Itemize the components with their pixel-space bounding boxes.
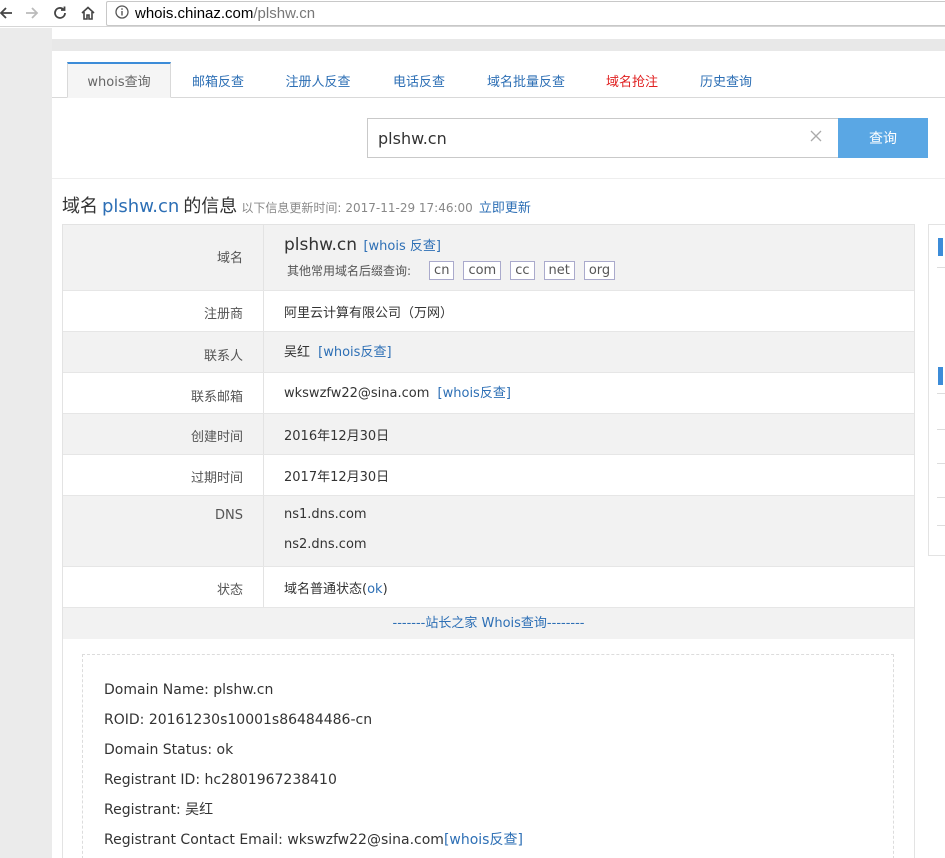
table-row-contact: 联系人 吴红 [whois反查] [63,332,914,373]
row-value: ns1.dns.com ns2.dns.com [264,496,914,566]
table-row-dns: DNS ns1.dns.com ns2.dns.com [63,496,914,567]
table-row-expires: 过期时间 2017年12月30日 [63,455,914,496]
home-icon[interactable] [78,3,98,23]
row-label: 联系人 [63,332,264,372]
row-value: 吴红 [whois反查] [264,332,914,372]
row-label: 域名 [63,225,264,290]
tab-domain-snatch[interactable]: 域名抢注 [585,62,679,98]
back-arrow-icon[interactable] [0,3,16,23]
table-row-registrar: 注册商 阿里云计算有限公司（万网） [63,291,914,332]
dns-server-2: ns2.dns.com [284,537,367,552]
whois-line: Registrant: 吴红 [104,802,214,818]
contact-value: 吴红 [284,345,311,360]
email-value: wkswzfw22@sina.com [284,386,430,401]
domain-search-input[interactable] [378,127,798,149]
whois-email-text: Registrant Contact Email: wkswzfw22@sina… [104,832,444,848]
update-time: 2017-11-29 17:46:00 [345,201,473,215]
sidebar-divider [937,525,945,526]
sidebar-divider [937,497,945,498]
status-ok-link[interactable]: ok [367,582,382,597]
title-domain: plshw.cn [102,196,180,217]
title-prefix: 域名 [62,196,98,217]
table-row-email: 联系邮箱 wkswzfw22@sina.com [whois反查] [63,373,914,414]
row-value: 域名普通状态(ok) [264,567,914,607]
browser-toolbar: whois.chinaz.com/plshw.cn [0,0,945,27]
top-strip [52,28,945,39]
contact-whois-link[interactable]: [whois反查] [318,345,391,360]
whois-line: Domain Status: ok [104,742,234,758]
suffix-com[interactable]: com [463,261,502,280]
expires-value: 2017年12月30日 [284,470,390,485]
reload-icon[interactable] [50,3,70,23]
tab-email-reverse[interactable]: 邮箱反查 [171,62,265,98]
right-sidebar [928,224,945,556]
tab-registrant-reverse[interactable]: 注册人反查 [265,62,371,98]
whois-section-title: -------站长之家 Whois查询-------- [63,608,914,639]
whois-line: Domain Name: plshw.cn [104,682,274,698]
clear-x-icon[interactable] [806,128,826,148]
suffix-net[interactable]: net [543,261,575,280]
row-label: 创建时间 [63,414,264,454]
domain-value: plshw.cn [284,235,358,255]
registrar-value: 阿里云计算有限公司（万网） [284,306,454,321]
update-time-label: 以下信息更新时间: [241,201,342,215]
suffix-query-row: 其他常用域名后缀查询: cn com cc net org [284,261,914,280]
tab-batch-reverse[interactable]: 域名批量反查 [467,62,585,98]
row-label: 过期时间 [63,455,264,495]
left-gutter [0,28,52,858]
refresh-link[interactable]: 立即更新 [479,197,531,216]
raw-whois-box: Domain Name: plshw.cn ROID: 20161230s100… [82,654,894,858]
search-button[interactable]: 查询 [838,118,928,158]
suffix-cc[interactable]: cc [510,261,535,280]
info-circle-icon[interactable] [115,4,129,23]
divider [52,178,945,179]
whois-reverse-link[interactable]: [whois 反查] [363,239,441,254]
sidebar-marker [938,367,943,385]
title-suffix: 的信息 [183,196,238,217]
whois-email-reverse-link[interactable]: [whois反查] [444,832,523,848]
sidebar-divider [937,429,945,430]
table-row-domain: 域名 plshw.cn [whois 反查] 其他常用域名后缀查询: cn co… [63,225,914,291]
tab-whois[interactable]: whois查询 [67,62,171,98]
table-row-status: 状态 域名普通状态(ok) [63,567,914,608]
url-text: whois.chinaz.com/plshw.cn [135,5,316,22]
sidebar-divider [937,267,945,268]
row-label: 状态 [63,567,264,607]
query-tabs: whois查询 邮箱反查 注册人反查 电话反查 域名批量反查 域名抢注 历史查询 [52,62,945,98]
whois-line: ROID: 20161230s10001s86484486-cn [104,712,373,728]
email-whois-link[interactable]: [whois反查] [438,386,511,401]
row-value: wkswzfw22@sina.com [whois反查] [264,373,914,413]
sidebar-divider [937,393,945,394]
sidebar-marker [938,238,943,256]
page-title: 域名 plshw.cn 的信息 以下信息更新时间: 2017-11-29 17:… [62,192,531,218]
status-close: ) [382,582,388,597]
search-box [367,118,839,158]
suffix-org[interactable]: org [583,261,616,280]
tab-history[interactable]: 历史查询 [679,62,773,98]
row-label: 联系邮箱 [63,373,264,413]
status-text: 域名普通状态( [284,582,368,597]
row-label: DNS [63,496,264,566]
dns-server-1: ns1.dns.com [284,507,367,522]
created-value: 2016年12月30日 [284,429,390,444]
address-bar[interactable]: whois.chinaz.com/plshw.cn [106,1,945,26]
row-label: 注册商 [63,291,264,331]
forward-arrow-icon[interactable] [22,3,42,23]
whois-line: Registrant ID: hc2801967238410 [104,772,337,788]
whois-line-email: Registrant Contact Email: wkswzfw22@sina… [104,830,893,858]
table-row-created: 创建时间 2016年12月30日 [63,414,914,455]
suffix-query-label: 其他常用域名后缀查询: [287,264,412,278]
suffix-cn[interactable]: cn [429,261,455,280]
row-value: plshw.cn [whois 反查] 其他常用域名后缀查询: cn com c… [264,225,914,290]
top-gray-band [52,39,945,51]
tab-phone-reverse[interactable]: 电话反查 [371,62,467,98]
sidebar-divider [937,463,945,464]
